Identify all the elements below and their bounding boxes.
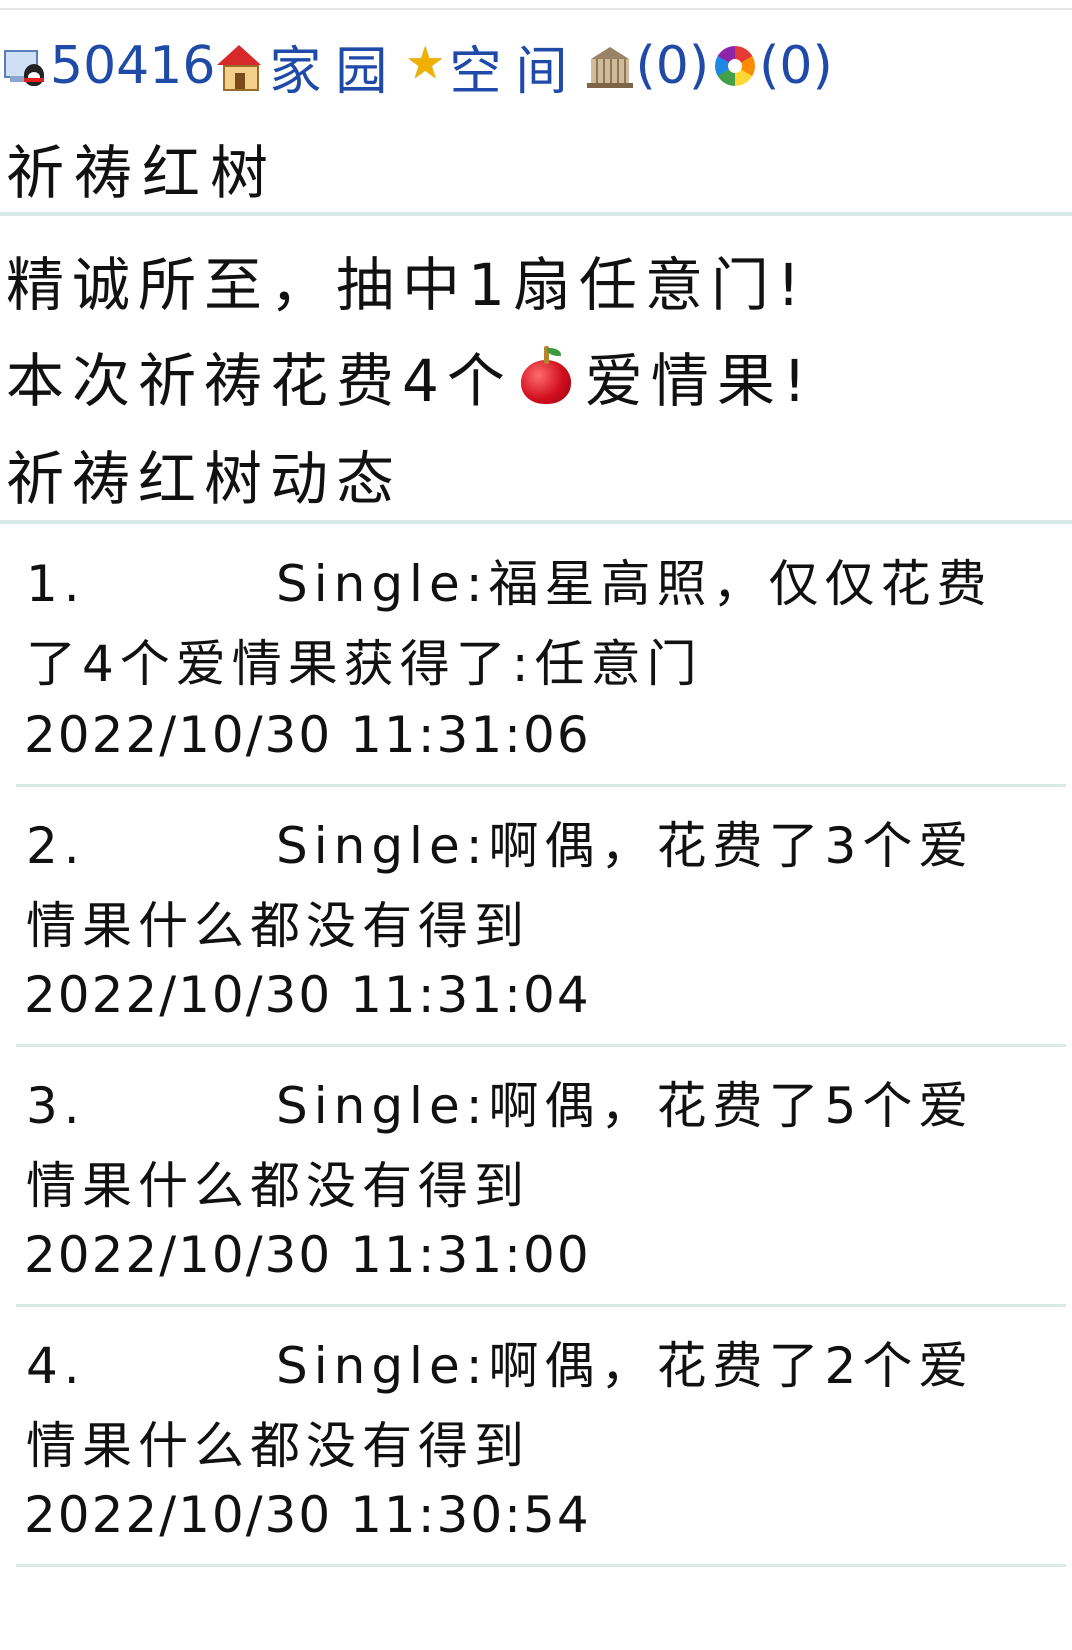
album-count-link[interactable]: (0) bbox=[759, 36, 833, 96]
space-link[interactable]: 空间 bbox=[449, 29, 581, 104]
item-text-line1: 2. Single:啊偶，花费了3个爱 bbox=[26, 806, 974, 878]
item-divider bbox=[16, 1564, 1066, 1567]
home-link[interactable]: 家园 bbox=[269, 29, 401, 104]
qq-online-icon bbox=[2, 44, 46, 88]
item-text: Single:福星高照，仅仅花费 bbox=[276, 555, 993, 613]
cost-prefix: 本次祈祷花费4个 bbox=[6, 347, 513, 415]
item-text-line2: 情果什么都没有得到 bbox=[26, 1157, 530, 1215]
color-wheel-icon bbox=[715, 46, 756, 86]
top-nav: 50416 家园 ★ 空间 (0) (0) bbox=[2, 34, 833, 102]
item-timestamp: 2022/10/30 11:31:00 bbox=[24, 1226, 591, 1284]
item-timestamp: 2022/10/30 11:30:54 bbox=[24, 1486, 591, 1544]
item-number: 1. bbox=[26, 555, 86, 613]
temple-icon bbox=[587, 43, 634, 89]
item-timestamp: 2022/10/30 11:31:06 bbox=[24, 706, 591, 764]
item-timestamp: 2022/10/30 11:31:04 bbox=[24, 966, 591, 1024]
item-text-line2: 情果什么都没有得到 bbox=[26, 897, 530, 955]
house-icon bbox=[217, 43, 263, 91]
apple-icon bbox=[517, 346, 575, 406]
item-number: 2. bbox=[26, 817, 86, 875]
result-line1: 精诚所至，抽中1扇任意门! bbox=[6, 251, 809, 319]
item-text-line1: 1. Single:福星高照，仅仅花费 bbox=[26, 544, 993, 616]
top-border bbox=[0, 8, 1072, 10]
feed-title: 祈祷红树动态 bbox=[6, 445, 403, 513]
user-id-link[interactable]: 50416 bbox=[50, 36, 215, 96]
item-text-line1: 3. Single:啊偶，花费了5个爱 bbox=[26, 1066, 974, 1138]
item-text: Single:啊偶，花费了3个爱 bbox=[276, 817, 975, 875]
star-icon: ★ bbox=[405, 38, 445, 89]
item-divider bbox=[16, 1044, 1066, 1047]
mail-count-link[interactable]: (0) bbox=[635, 36, 709, 96]
item-text: Single:啊偶，花费了5个爱 bbox=[276, 1077, 975, 1135]
item-text: Single:啊偶，花费了2个爱 bbox=[276, 1337, 975, 1395]
cost-suffix: 爱情果! bbox=[584, 347, 815, 415]
item-number: 3. bbox=[26, 1077, 86, 1135]
item-divider bbox=[16, 1304, 1066, 1307]
feed-divider bbox=[0, 520, 1072, 524]
item-text-line2: 了4个爱情果获得了:任意门 bbox=[26, 635, 703, 693]
title-divider bbox=[0, 212, 1072, 216]
item-divider bbox=[16, 784, 1066, 787]
item-text-line1: 4. Single:啊偶，花费了2个爱 bbox=[26, 1326, 974, 1398]
item-text-line2: 情果什么都没有得到 bbox=[26, 1417, 530, 1475]
page-title: 祈祷红树 bbox=[6, 139, 279, 207]
cost-message: 本次祈祷花费4个 爱情果! bbox=[6, 334, 814, 418]
result-message: 精诚所至，抽中1扇任意门! bbox=[6, 238, 808, 322]
item-number: 4. bbox=[26, 1337, 86, 1395]
